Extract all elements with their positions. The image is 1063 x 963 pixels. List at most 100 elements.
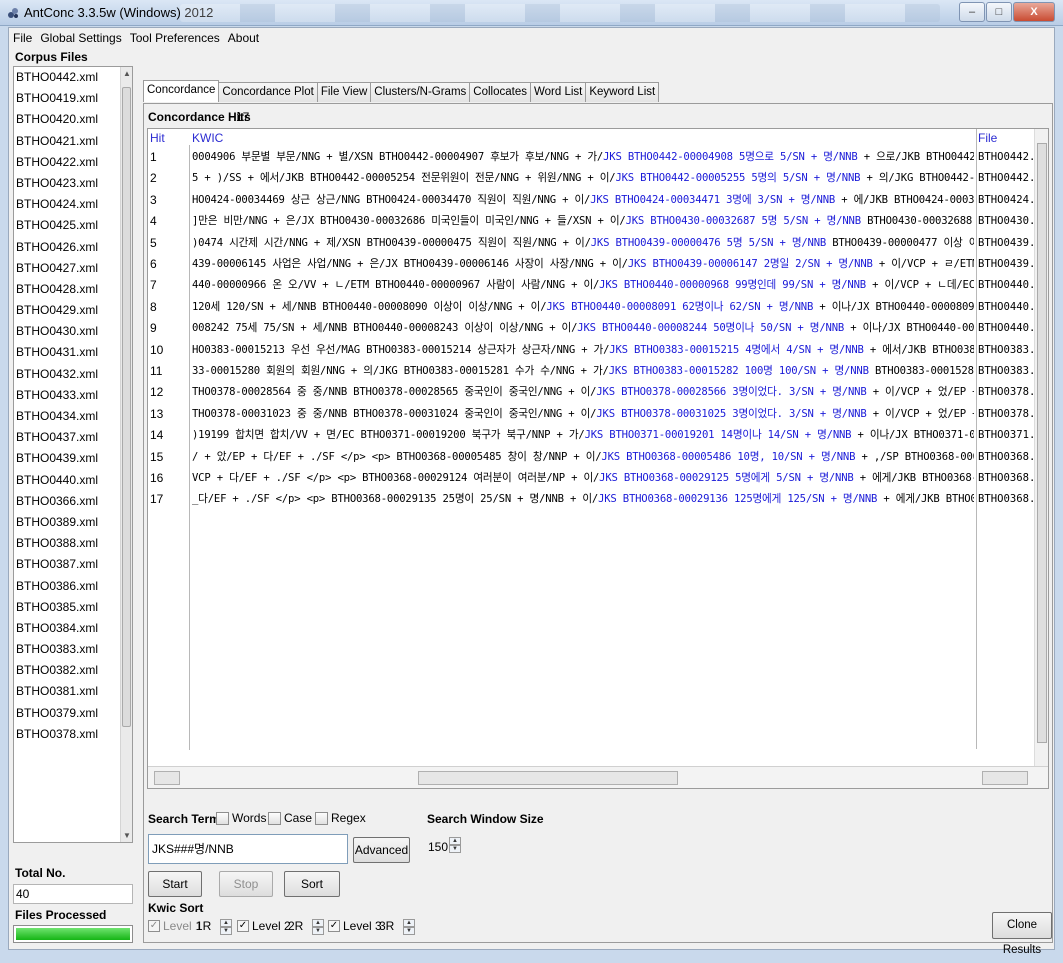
kwic-context[interactable]: VCP + 다/EF + ./SF </p> <p> BTHO0368-0002… (192, 468, 974, 489)
tab-collocates[interactable]: Collocates (469, 82, 531, 102)
kwic-row[interactable]: 5)0474 시간제 시간/NNG + 제/XSN BTHO0439-00000… (148, 233, 1048, 254)
scroll-thumb[interactable] (122, 87, 131, 727)
corpus-list-scrollbar[interactable]: ▲ ▼ (120, 67, 132, 842)
menu-tool-preferences[interactable]: Tool Preferences (126, 31, 224, 45)
minimize-button[interactable]: – (959, 2, 985, 22)
kwic-context[interactable]: )19199 합치면 합치/VV + 면/EC BTHO0371-0001920… (192, 425, 974, 446)
corpus-file-item[interactable]: BTHO0366.xml (14, 491, 132, 512)
kwic-context[interactable]: 008242 75세 75/SN + 세/NNB BTHO0440-000082… (192, 318, 974, 339)
corpus-file-item[interactable]: BTHO0388.xml (14, 533, 132, 554)
kwic-keyword[interactable]: JKS BTHO0378-00028566 3명이었다. 3/SN + 명/NN… (596, 386, 866, 398)
kwic-keyword[interactable]: JKS BTHO0368-00029136 125명에게 125/SN + 명/… (598, 493, 877, 505)
kwic-keyword[interactable]: JKS BTHO0439-00006147 2명일 2/SN + 명/NNB (628, 258, 873, 270)
close-button[interactable]: X (1013, 2, 1055, 22)
level-2-down-icon[interactable]: ▼ (312, 927, 324, 935)
kwic-keyword[interactable]: JKS BTHO0440-00000968 99명인데 99/SN + 명/NN… (599, 279, 866, 291)
regex-checkbox[interactable]: Regex (315, 811, 366, 825)
search-term-input[interactable]: JKS###명/NNB (148, 834, 348, 864)
kwic-context[interactable]: 0004906 부문별 부문/NNG + 별/XSN BTHO0442-0000… (192, 147, 974, 168)
corpus-file-item[interactable]: BTHO0420.xml (14, 109, 132, 130)
corpus-file-item[interactable]: BTHO0381.xml (14, 681, 132, 702)
file-scroll-thumb[interactable] (982, 771, 1028, 785)
kwic-row[interactable]: 1 0004906 부문별 부문/NNG + 별/XSN BTHO0442-000… (148, 147, 1048, 168)
level-1-value[interactable]: 1R (196, 919, 211, 933)
kwic-context[interactable]: THO0378-00031023 중 중/NNB BTHO0378-000310… (192, 404, 974, 425)
tab-concordance[interactable]: Concordance (143, 80, 220, 102)
kwic-keyword[interactable]: JKS BTHO0378-00031025 3명이었다. 3/SN + 명/NN… (596, 408, 866, 420)
corpus-file-item[interactable]: BTHO0384.xml (14, 618, 132, 639)
corpus-file-item[interactable]: BTHO0378.xml (14, 724, 132, 745)
kwic-vertical-scrollbar[interactable] (1034, 129, 1048, 767)
level-2-value[interactable]: 2R (288, 919, 303, 933)
corpus-file-item[interactable]: BTHO0387.xml (14, 554, 132, 575)
kwic-context[interactable]: _다/EF + ./SF </p> <p> BTHO0368-00029135 … (192, 489, 974, 510)
corpus-file-item[interactable]: BTHO0424.xml (14, 194, 132, 215)
corpus-file-item[interactable]: BTHO0434.xml (14, 406, 132, 427)
corpus-file-item[interactable]: BTHO0425.xml (14, 215, 132, 236)
kwic-row[interactable]: 11 33-00015280 회원의 회원/NNG + 의/JKG BTHO038… (148, 361, 1048, 382)
kwic-context[interactable]: 439-00006145 사업은 사업/NNG + 은/JX BTHO0439-… (192, 254, 974, 275)
level-2-checkbox[interactable]: ✓ Level 2 (237, 919, 291, 933)
corpus-file-item[interactable]: BTHO0426.xml (14, 237, 132, 258)
corpus-file-item[interactable]: BTHO0433.xml (14, 385, 132, 406)
corpus-file-item[interactable]: BTHO0379.xml (14, 703, 132, 724)
kwic-row[interactable]: 14)19199 합치면 합치/VV + 면/EC BTHO0371-00019… (148, 425, 1048, 446)
start-button[interactable]: Start (148, 871, 202, 897)
kwic-keyword[interactable]: JKS BTHO0439-00000476 5명 5/SN + 명/NNB (591, 237, 827, 249)
corpus-file-item[interactable]: BTHO0419.xml (14, 88, 132, 109)
kwic-row[interactable]: 10 HO0383-00015213 우선 우선/MAG BTHO0383-000… (148, 340, 1048, 361)
scroll-up-arrow-icon[interactable]: ▲ (122, 69, 132, 78)
kwic-keyword[interactable]: JKS BTHO0442-00004908 5명으로 5/SN + 명/NNB (603, 151, 858, 163)
tab-clusters-ngrams[interactable]: Clusters/N-Grams (370, 82, 471, 102)
words-checkbox[interactable]: Words (216, 811, 266, 825)
sort-button[interactable]: Sort (284, 871, 340, 897)
corpus-file-list[interactable]: BTHO0442.xml BTHO0419.xml BTHO0420.xml BTHO… (13, 66, 133, 843)
kwic-row[interactable]: 7 440-00000966 온 오/VV + ㄴ/ETM BTHO0440-00… (148, 275, 1048, 296)
corpus-file-item[interactable]: BTHO0429.xml (14, 300, 132, 321)
kwic-keyword[interactable]: JKS BTHO0371-00019201 14명이나 14/SN + 명/NN… (585, 429, 852, 441)
corpus-file-item[interactable]: BTHO0386.xml (14, 576, 132, 597)
window-size-up-icon[interactable]: ▲ (449, 837, 461, 845)
kwic-row[interactable]: 15 / + 았/EP + 다/EF + ./SF </p> <p> BTHO03… (148, 447, 1048, 468)
kwic-keyword[interactable]: JKS BTHO0430-00032687 5명 5/SN + 명/NNB (626, 215, 862, 227)
corpus-file-item[interactable]: BTHO0423.xml (14, 173, 132, 194)
level-3-up-icon[interactable]: ▲ (403, 919, 415, 927)
menu-file[interactable]: File (9, 31, 36, 45)
kwic-keyword[interactable]: JKS BTHO0368-00005486 10명, 10/SN + 명/NNB (601, 451, 855, 463)
corpus-file-item[interactable]: BTHO0382.xml (14, 660, 132, 681)
kwic-row[interactable]: 4]만은 비만/NNG + 은/JX BTHO0430-00032686 미국인… (148, 211, 1048, 232)
tab-keyword-list[interactable]: Keyword List (585, 82, 660, 102)
kwic-context[interactable]: / + 았/EP + 다/EF + ./SF </p> <p> BTHO0368… (192, 447, 974, 468)
corpus-file-item[interactable]: BTHO0432.xml (14, 364, 132, 385)
corpus-file-item[interactable]: BTHO0431.xml (14, 342, 132, 363)
kwic-context[interactable]: 440-00000966 온 오/VV + ㄴ/ETM BTHO0440-000… (192, 275, 974, 296)
menu-global-settings[interactable]: Global Settings (36, 31, 125, 45)
kwic-scroll-thumb[interactable] (418, 771, 678, 785)
kwic-keyword[interactable]: JKS BTHO0440-00008244 50명이나 50/SN + 명/NN… (577, 322, 844, 334)
kwic-row[interactable]: 9 008242 75세 75/SN + 세/NNB BTHO0440-00008… (148, 318, 1048, 339)
kwic-row[interactable]: 13 THO0378-00031023 중 중/NNB BTHO0378-0003… (148, 404, 1048, 425)
kwic-keyword[interactable]: JKS BTHO0424-00034471 3명에 3/SN + 명/NNB (590, 194, 835, 206)
corpus-file-item[interactable]: BTHO0440.xml (14, 470, 132, 491)
tab-word-list[interactable]: Word List (530, 82, 587, 102)
kwic-row[interactable]: 8 120세 120/SN + 세/NNB BTHO0440-00008090 … (148, 297, 1048, 318)
kwic-keyword[interactable]: JKS BTHO0383-00015282 100명 100/SN + 명/NN… (609, 365, 869, 377)
menu-about[interactable]: About (224, 31, 263, 45)
level-1-checkbox[interactable]: ✓ Level 1 (148, 919, 202, 933)
kwic-row[interactable]: 2 5 + )/SS + 에서/JKB BTHO0442-00005254 전문위… (148, 168, 1048, 189)
scroll-down-arrow-icon[interactable]: ▼ (122, 831, 132, 840)
corpus-file-item[interactable]: BTHO0383.xml (14, 639, 132, 660)
kwic-context[interactable]: 5 + )/SS + 에서/JKB BTHO0442-00005254 전문위원… (192, 168, 974, 189)
kwic-results-table[interactable]: Hit KWIC File 1 0004906 부문별 부문/NNG + 별/XS… (147, 128, 1049, 789)
corpus-file-item[interactable]: BTHO0430.xml (14, 321, 132, 342)
corpus-file-item[interactable]: BTHO0437.xml (14, 427, 132, 448)
kwic-context[interactable]: 120세 120/SN + 세/NNB BTHO0440-00008090 이상… (192, 297, 974, 318)
corpus-file-item[interactable]: BTHO0422.xml (14, 152, 132, 173)
tab-concordance-plot[interactable]: Concordance Plot (218, 82, 318, 102)
stop-button[interactable]: Stop (219, 871, 273, 897)
kwic-row[interactable]: 17 _다/EF + ./SF </p> <p> BTHO0368-0002913… (148, 489, 1048, 510)
kwic-horizontal-scrollbar[interactable] (148, 766, 1048, 788)
level-3-down-icon[interactable]: ▼ (403, 927, 415, 935)
kwic-keyword[interactable]: JKS BTHO0368-00029125 5명에게 5/SN + 명/NNB (599, 472, 854, 484)
kwic-context[interactable]: HO0383-00015213 우선 우선/MAG BTHO0383-00015… (192, 340, 974, 361)
